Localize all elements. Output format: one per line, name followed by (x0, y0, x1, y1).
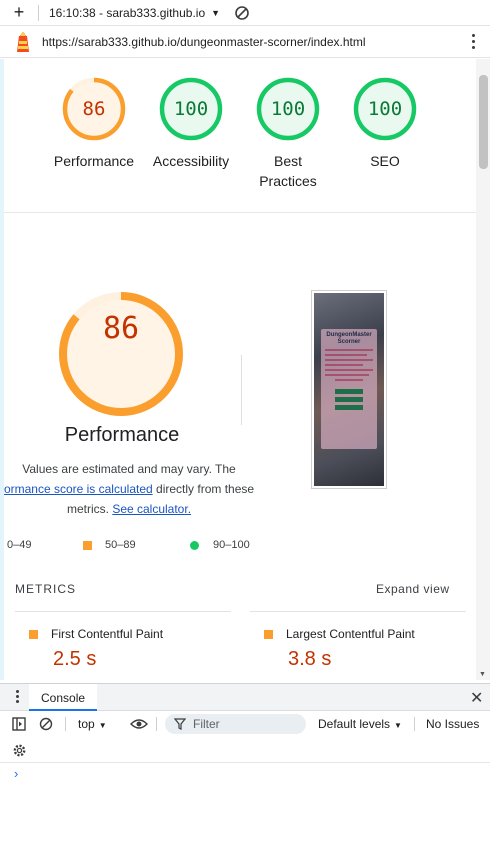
metric-largest-contentful-paint: Largest Contentful Paint 3.8 s (264, 627, 415, 671)
gauge-performance[interactable]: 86 Performance (44, 77, 144, 171)
score-legend: 0–49 50–89 90–100 (4, 539, 476, 555)
gauge-score: 100 (270, 98, 306, 120)
chevron-down-icon: ▼ (394, 721, 402, 730)
gauge-label: Best Practices (259, 153, 317, 189)
filter-icon (174, 718, 186, 730)
performance-score: 86 (102, 311, 140, 346)
metric-value: 2.5 s (53, 648, 97, 670)
clear-console-icon[interactable] (39, 717, 53, 731)
screenshot-card: DungeonMaster Scorner (321, 329, 377, 449)
performance-title: Performance (64, 424, 180, 446)
console-output[interactable] (0, 763, 490, 857)
chevron-down-icon[interactable]: ▼ (211, 8, 220, 18)
context-selector[interactable]: top ▼ (78, 717, 107, 731)
drawer-tab-bar: Console ✕ (0, 683, 490, 711)
note-text: directly from these (156, 482, 255, 496)
filter-input[interactable]: Filter (165, 714, 306, 734)
scrollbar-thumb[interactable] (479, 75, 488, 169)
gauge-label: Performance (53, 153, 135, 169)
gauge-score: 100 (173, 98, 209, 120)
divider (250, 611, 466, 612)
gauge-seo[interactable]: 100 SEO (335, 77, 435, 171)
lighthouse-report: 86 Performance 100 Accessibility 100 Bes… (0, 59, 476, 680)
top-toolbar: + 16:10:38 - sarab333.github.io ▼ (0, 0, 490, 26)
square-icon (83, 540, 92, 550)
gear-icon[interactable] (12, 743, 27, 758)
legend-average: 50–89 (83, 539, 136, 551)
url-bar: https://sarab333.github.io/dungeonmaster… (0, 26, 490, 58)
scroll-down-icon[interactable]: ▼ (479, 671, 486, 678)
issues-button[interactable]: No Issues (426, 717, 479, 731)
filter-placeholder: Filter (193, 717, 220, 731)
square-icon (29, 630, 38, 640)
sidebar-toggle-icon[interactable] (12, 717, 26, 731)
report-selector[interactable]: 16:10:38 - sarab333.github.io (49, 6, 205, 20)
divider (241, 355, 242, 425)
metric-label: Largest Contentful Paint (264, 627, 415, 641)
square-icon (264, 630, 273, 640)
see-calculator-link[interactable]: See calculator. (112, 502, 191, 516)
gauge-best-practices[interactable]: 100 Best Practices (238, 77, 338, 191)
toolbar-divider (38, 4, 39, 21)
kebab-menu-icon[interactable] (16, 690, 19, 705)
metric-first-contentful-paint: First Contentful Paint 2.5 s (29, 627, 163, 671)
plus-icon[interactable]: + (8, 2, 30, 24)
metric-value: 3.8 s (288, 648, 332, 670)
score-gauges: 86 Performance 100 Accessibility 100 Bes… (4, 59, 476, 213)
gauge-label: Accessibility (152, 153, 230, 169)
scrollbar[interactable]: ▼ (476, 59, 490, 680)
note-text: metrics. (66, 502, 109, 516)
divider (15, 611, 231, 612)
block-icon[interactable] (234, 5, 250, 21)
console-settings-bar (0, 737, 490, 763)
gauge-score: 86 (82, 98, 106, 120)
report-url[interactable]: https://sarab333.github.io/dungeonmaster… (42, 35, 366, 49)
page-screenshot-thumbnail[interactable]: DungeonMaster Scorner (311, 290, 387, 489)
screenshot-app-title: DungeonMaster Scorner (326, 332, 372, 345)
metrics-header: METRICS (15, 582, 76, 596)
chevron-down-icon: ▼ (98, 721, 107, 730)
devtools-window: + 16:10:38 - sarab333.github.io ▼ https:… (0, 0, 490, 857)
metric-label: First Contentful Paint (29, 627, 163, 641)
log-levels-dropdown[interactable]: Default levels ▼ (318, 717, 402, 731)
score-calculated-link[interactable]: ormance score is calculated (4, 482, 153, 496)
note-text: Values are estimated and may vary. The (22, 462, 236, 476)
toolbar-divider (156, 717, 157, 731)
gauge-accessibility[interactable]: 100 Accessibility (141, 77, 241, 171)
lighthouse-icon (17, 31, 29, 52)
kebab-menu-icon[interactable] (472, 34, 476, 52)
toolbar-divider (65, 717, 66, 731)
gauge-label: SEO (370, 153, 400, 169)
legend-pass: 90–100 (190, 539, 250, 551)
circle-icon (190, 540, 199, 550)
screenshot-image: DungeonMaster Scorner (314, 293, 384, 486)
legend-fail: 0–49 (7, 539, 32, 551)
expand-view-button[interactable]: Expand view (376, 582, 450, 596)
gauge-score: 100 (367, 98, 403, 120)
performance-note: Values are estimated and may vary. The o… (4, 459, 260, 519)
eye-icon[interactable] (130, 717, 148, 731)
performance-big-gauge (59, 292, 183, 416)
toolbar-divider (414, 717, 415, 731)
close-icon[interactable]: ✕ (470, 688, 483, 708)
console-prompt[interactable]: › (14, 766, 18, 781)
tab-console[interactable]: Console (29, 684, 98, 711)
console-toolbar: top ▼ Filter Default levels ▼ No Issues (0, 711, 490, 737)
